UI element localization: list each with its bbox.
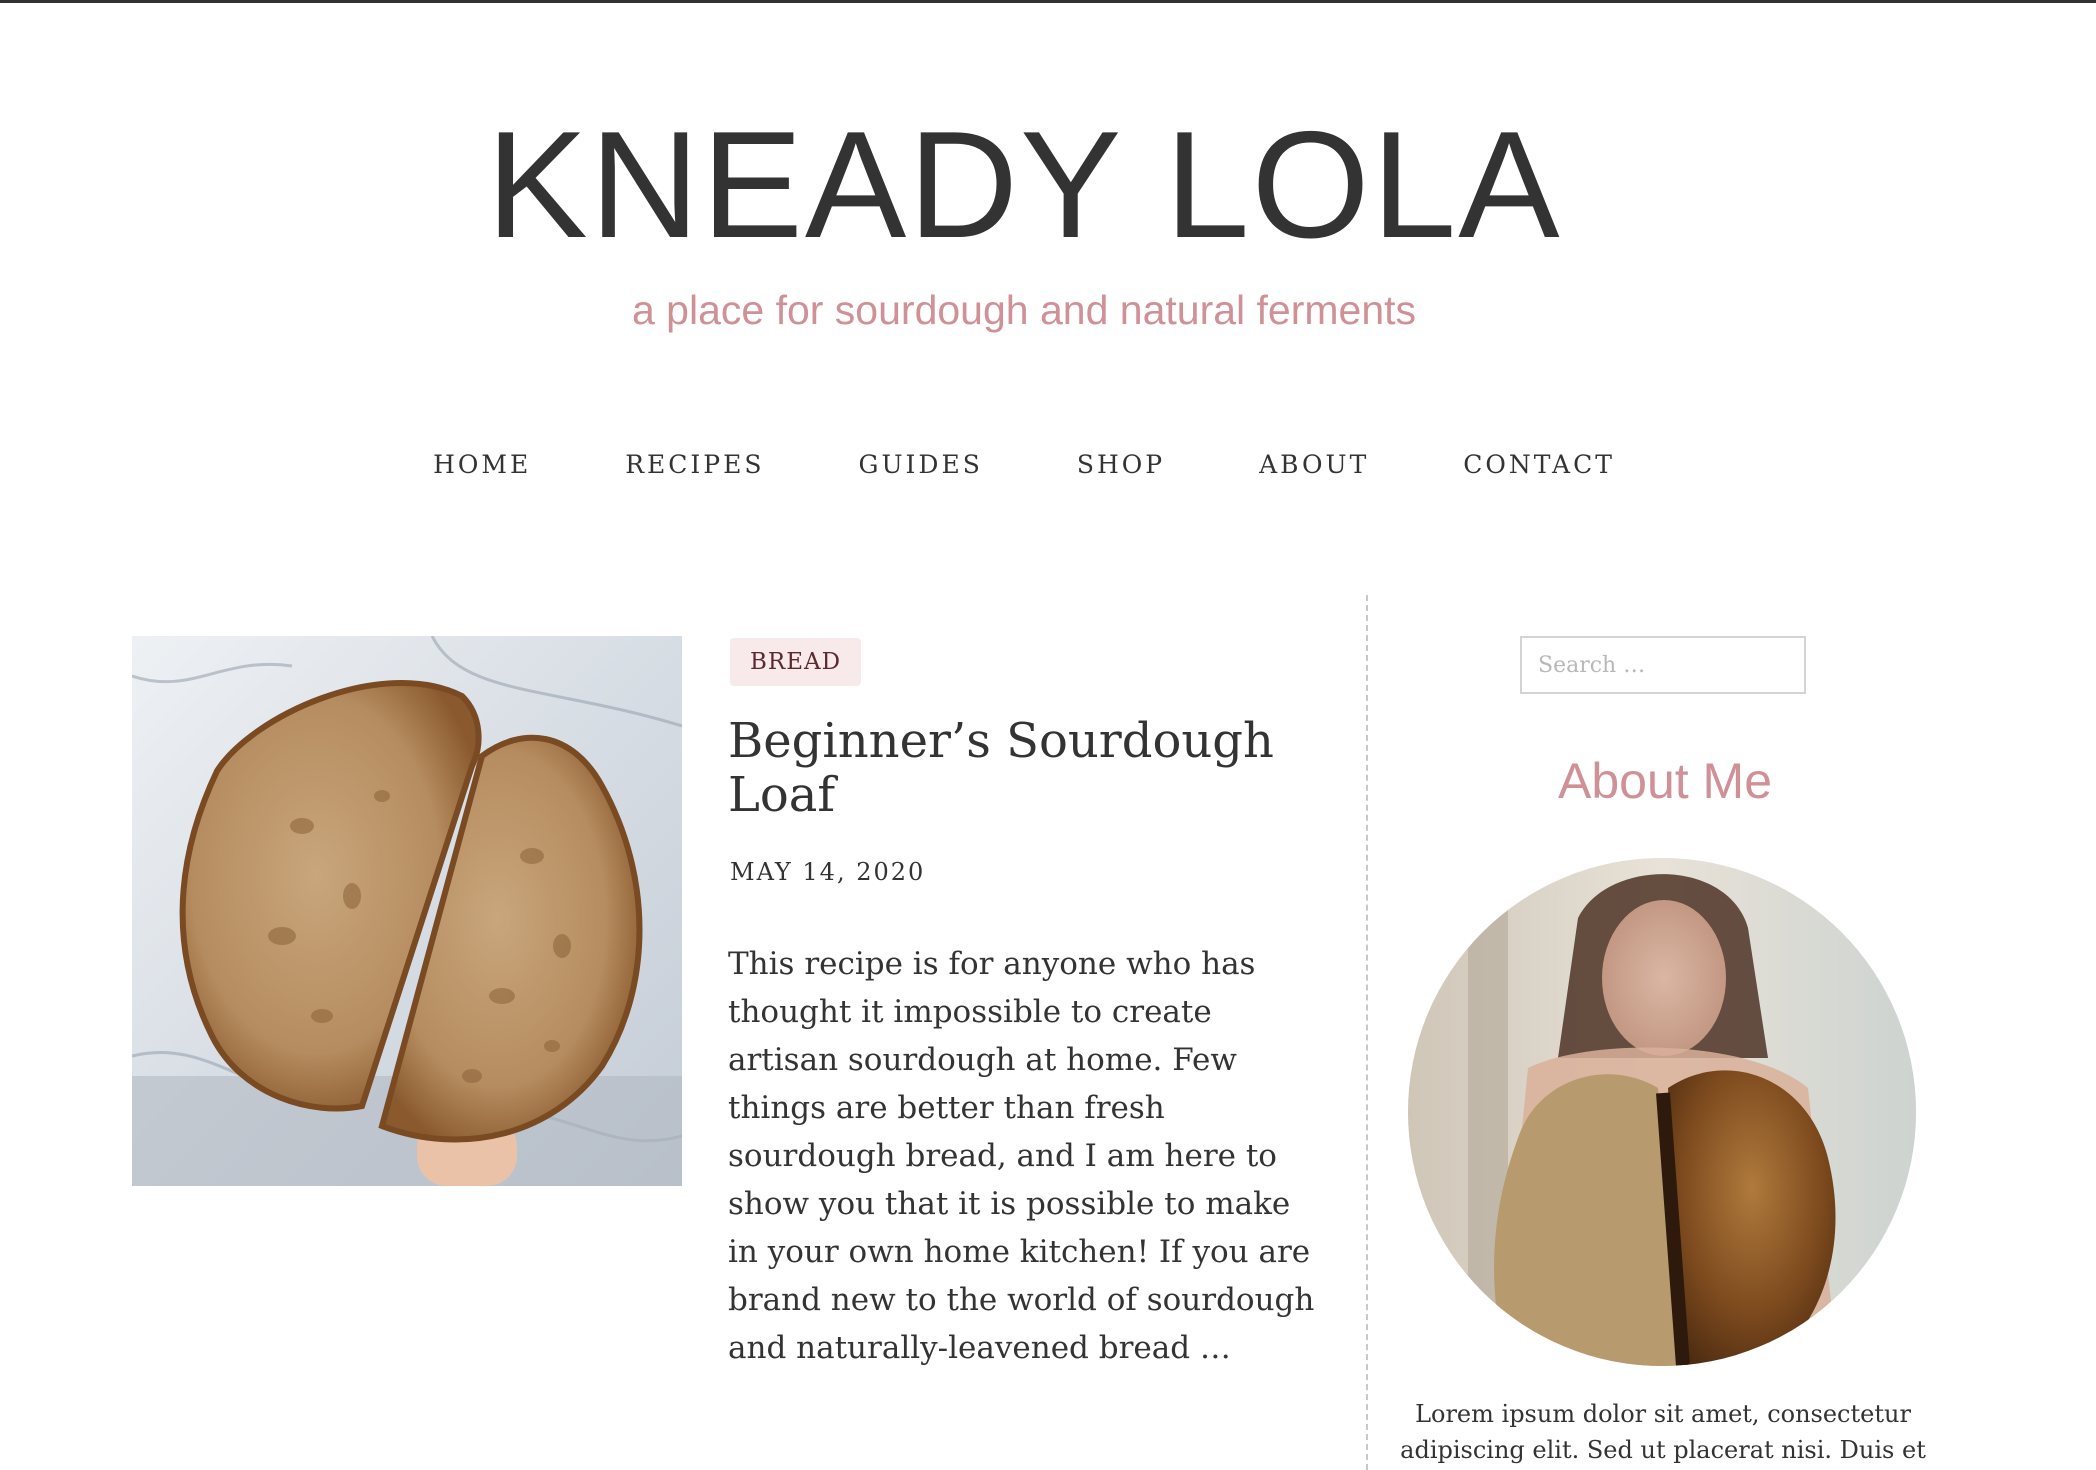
- post-category-badge[interactable]: BREAD: [730, 638, 862, 686]
- post-excerpt: This recipe is for anyone who has though…: [728, 946, 1315, 1366]
- main-nav: HOME RECIPES GUIDES SHOP ABOUT CONTACT: [0, 445, 2048, 485]
- baker-with-loaf-photo: [1408, 858, 1916, 1366]
- top-rule: [0, 0, 2096, 3]
- nav-item-recipes[interactable]: RECIPES: [578, 445, 811, 485]
- nav-item-home[interactable]: HOME: [386, 445, 578, 485]
- sidebar-divider: [1366, 595, 1368, 1470]
- site-title[interactable]: KNEADY LOLA: [0, 100, 2048, 270]
- nav-item-contact[interactable]: CONTACT: [1416, 445, 1662, 485]
- about-text: Lorem ipsum dolor sit amet, consectetur …: [1400, 1400, 1926, 1464]
- post-featured-image[interactable]: [132, 636, 682, 1186]
- post-date: MAY 14, 2020: [730, 858, 926, 886]
- nav-item-about[interactable]: ABOUT: [1212, 445, 1416, 485]
- about-widget-title: About Me: [1557, 753, 1772, 809]
- post-title[interactable]: Beginner’s Sourdough Loaf: [728, 714, 1308, 822]
- sourdough-loaf-photo: [132, 636, 682, 1186]
- nav-item-shop[interactable]: SHOP: [1030, 445, 1212, 485]
- search-input[interactable]: [1520, 636, 1806, 694]
- site-tagline: a place for sourdough and natural fermen…: [631, 287, 1417, 333]
- nav-item-guides[interactable]: GUIDES: [812, 445, 1030, 485]
- about-photo: [1408, 858, 1916, 1366]
